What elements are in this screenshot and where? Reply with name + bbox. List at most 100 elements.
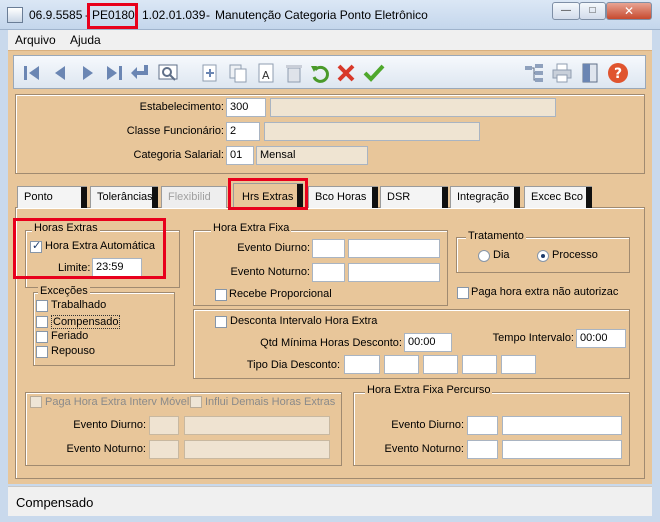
tipo-dia-field-2[interactable] bbox=[384, 355, 419, 374]
status-text: Compensado bbox=[16, 495, 94, 510]
goto-icon[interactable] bbox=[128, 61, 152, 85]
tab-tolerancias[interactable]: Tolerâncias bbox=[90, 186, 158, 208]
prev-icon[interactable] bbox=[48, 61, 72, 85]
percurso-diurno-label: Evento Diurno: bbox=[391, 419, 464, 431]
desconta-intervalo-checkbox[interactable] bbox=[215, 316, 227, 328]
percurso-diurno-desc-field bbox=[502, 416, 622, 435]
delete-icon[interactable] bbox=[282, 61, 306, 85]
processo-label: Processo bbox=[552, 249, 598, 261]
svg-text:?: ? bbox=[614, 66, 622, 82]
tempo-intervalo-label: Tempo Intervalo: bbox=[492, 332, 574, 344]
movel-diurno-label: Evento Diurno: bbox=[73, 419, 146, 431]
next-icon[interactable] bbox=[76, 61, 100, 85]
maximize-button[interactable]: □ bbox=[579, 2, 606, 20]
exit-icon[interactable] bbox=[578, 61, 602, 85]
percurso-diurno-code-field[interactable] bbox=[467, 416, 498, 435]
recebe-proporcional-checkbox[interactable] bbox=[215, 289, 227, 301]
copy-icon[interactable] bbox=[226, 61, 250, 85]
fixa-noturno-desc-field bbox=[348, 263, 440, 282]
influi-demais-checkbox[interactable] bbox=[190, 396, 202, 408]
paga-interv-movel-checkbox[interactable] bbox=[30, 396, 42, 408]
categoria-code-field[interactable]: 01 bbox=[226, 146, 254, 165]
print-icon[interactable] bbox=[550, 61, 574, 85]
zoom-icon[interactable] bbox=[156, 61, 180, 85]
qtd-minima-label: Qtd Mínima Horas Desconto: bbox=[260, 337, 402, 349]
recebe-proporcional-label: Recebe Proporcional bbox=[229, 288, 332, 300]
cancel-icon[interactable] bbox=[334, 61, 358, 85]
estabelecimento-code-field[interactable]: 300 bbox=[226, 98, 266, 117]
movel-noturno-code-field[interactable] bbox=[149, 440, 179, 459]
tab-integracao[interactable]: Integração bbox=[450, 186, 520, 208]
classe-desc-field bbox=[264, 122, 480, 141]
hora-extra-fixa-title: Hora Extra Fixa bbox=[211, 222, 292, 234]
tipo-dia-field-4[interactable] bbox=[462, 355, 497, 374]
trabalhado-checkbox[interactable] bbox=[36, 300, 48, 312]
classe-code-field[interactable]: 2 bbox=[226, 122, 260, 141]
compensado-checkbox[interactable] bbox=[36, 316, 48, 328]
processo-radio[interactable] bbox=[537, 250, 549, 262]
minimize-button[interactable]: — bbox=[552, 2, 580, 20]
tratamento-title: Tratamento bbox=[466, 230, 526, 242]
main-panel: Estabelecimento: 300 Classe Funcionário:… bbox=[8, 92, 652, 484]
window-title: Manutenção Categoria Ponto Eletrônico bbox=[215, 8, 428, 22]
tree-icon[interactable] bbox=[522, 61, 546, 85]
svg-text:A: A bbox=[262, 69, 270, 82]
tab-dsr[interactable]: DSR bbox=[380, 186, 448, 208]
compensado-label: Compensado bbox=[51, 315, 121, 329]
categoria-label: Categoria Salarial: bbox=[133, 149, 225, 161]
percurso-noturno-code-field[interactable] bbox=[467, 440, 498, 459]
percurso-noturno-desc-field bbox=[502, 440, 622, 459]
movel-noturno-desc-field bbox=[184, 440, 330, 459]
feriado-checkbox[interactable] bbox=[36, 331, 48, 343]
tipo-dia-field-5[interactable] bbox=[501, 355, 536, 374]
excecoes-title: Exceções bbox=[38, 285, 90, 297]
movel-diurno-code-field[interactable] bbox=[149, 416, 179, 435]
percurso-title: Hora Extra Fixa Percurso bbox=[365, 384, 493, 396]
menu-bar: Arquivo Ajuda bbox=[8, 30, 652, 50]
highlight-program-code bbox=[87, 3, 138, 29]
tipo-dia-field-3[interactable] bbox=[423, 355, 458, 374]
classe-label: Classe Funcionário: bbox=[126, 125, 224, 137]
paga-nao-autorizada-checkbox[interactable] bbox=[457, 287, 469, 299]
tab-bco-horas[interactable]: Bco Horas bbox=[308, 186, 378, 208]
estabelecimento-label: Estabelecimento: bbox=[139, 101, 224, 113]
paga-nao-autorizada-label: Paga hora extra não autorizac bbox=[471, 286, 619, 298]
tipo-dia-field-1[interactable] bbox=[344, 355, 380, 374]
percurso-noturno-label: Evento Noturno: bbox=[384, 443, 465, 455]
last-icon[interactable] bbox=[102, 61, 126, 85]
status-bar: Compensado bbox=[8, 486, 652, 516]
undo-icon[interactable] bbox=[308, 61, 332, 85]
paga-interv-movel-label: Paga Hora Extra Interv Móvel bbox=[45, 396, 190, 408]
edit-icon[interactable]: A bbox=[254, 61, 278, 85]
fixa-diurno-desc-field bbox=[348, 239, 440, 258]
toolbar: A ? bbox=[8, 50, 652, 92]
menu-ajuda[interactable]: Ajuda bbox=[70, 33, 101, 47]
help-icon[interactable]: ? bbox=[606, 61, 630, 85]
menu-arquivo[interactable]: Arquivo bbox=[15, 33, 56, 47]
repouso-label: Repouso bbox=[51, 345, 96, 357]
categoria-desc-field: Mensal bbox=[256, 146, 368, 165]
save-icon[interactable] bbox=[362, 61, 386, 85]
trabalhado-label: Trabalhado bbox=[51, 299, 107, 311]
tab-flexibilid[interactable]: Flexibilid bbox=[161, 186, 227, 208]
tab-excec-bco[interactable]: Excec Bco bbox=[524, 186, 592, 208]
qtd-minima-field[interactable]: 00:00 bbox=[404, 333, 452, 352]
first-icon[interactable] bbox=[20, 61, 44, 85]
close-button[interactable]: ✕ bbox=[606, 2, 652, 20]
dia-radio[interactable] bbox=[478, 250, 490, 262]
version-label: 06.9.5585 bbox=[29, 8, 83, 22]
highlight-hrs-extras-tab bbox=[228, 178, 308, 210]
toolbar-strip: A ? bbox=[13, 55, 646, 89]
feriado-label: Feriado bbox=[51, 330, 89, 342]
movel-diurno-desc-field bbox=[184, 416, 330, 435]
repouso-checkbox[interactable] bbox=[36, 346, 48, 358]
build-label: 1.02.01.039 bbox=[142, 8, 206, 22]
new-icon[interactable] bbox=[198, 61, 222, 85]
estabelecimento-desc-field bbox=[270, 98, 556, 117]
fixa-diurno-code-field[interactable] bbox=[312, 239, 345, 258]
movel-noturno-label: Evento Noturno: bbox=[66, 443, 147, 455]
tempo-intervalo-field[interactable]: 00:00 bbox=[576, 329, 626, 348]
tab-ponto[interactable]: Ponto bbox=[17, 186, 87, 208]
fixa-noturno-code-field[interactable] bbox=[312, 263, 345, 282]
fixa-diurno-label: Evento Diurno: bbox=[237, 242, 310, 254]
